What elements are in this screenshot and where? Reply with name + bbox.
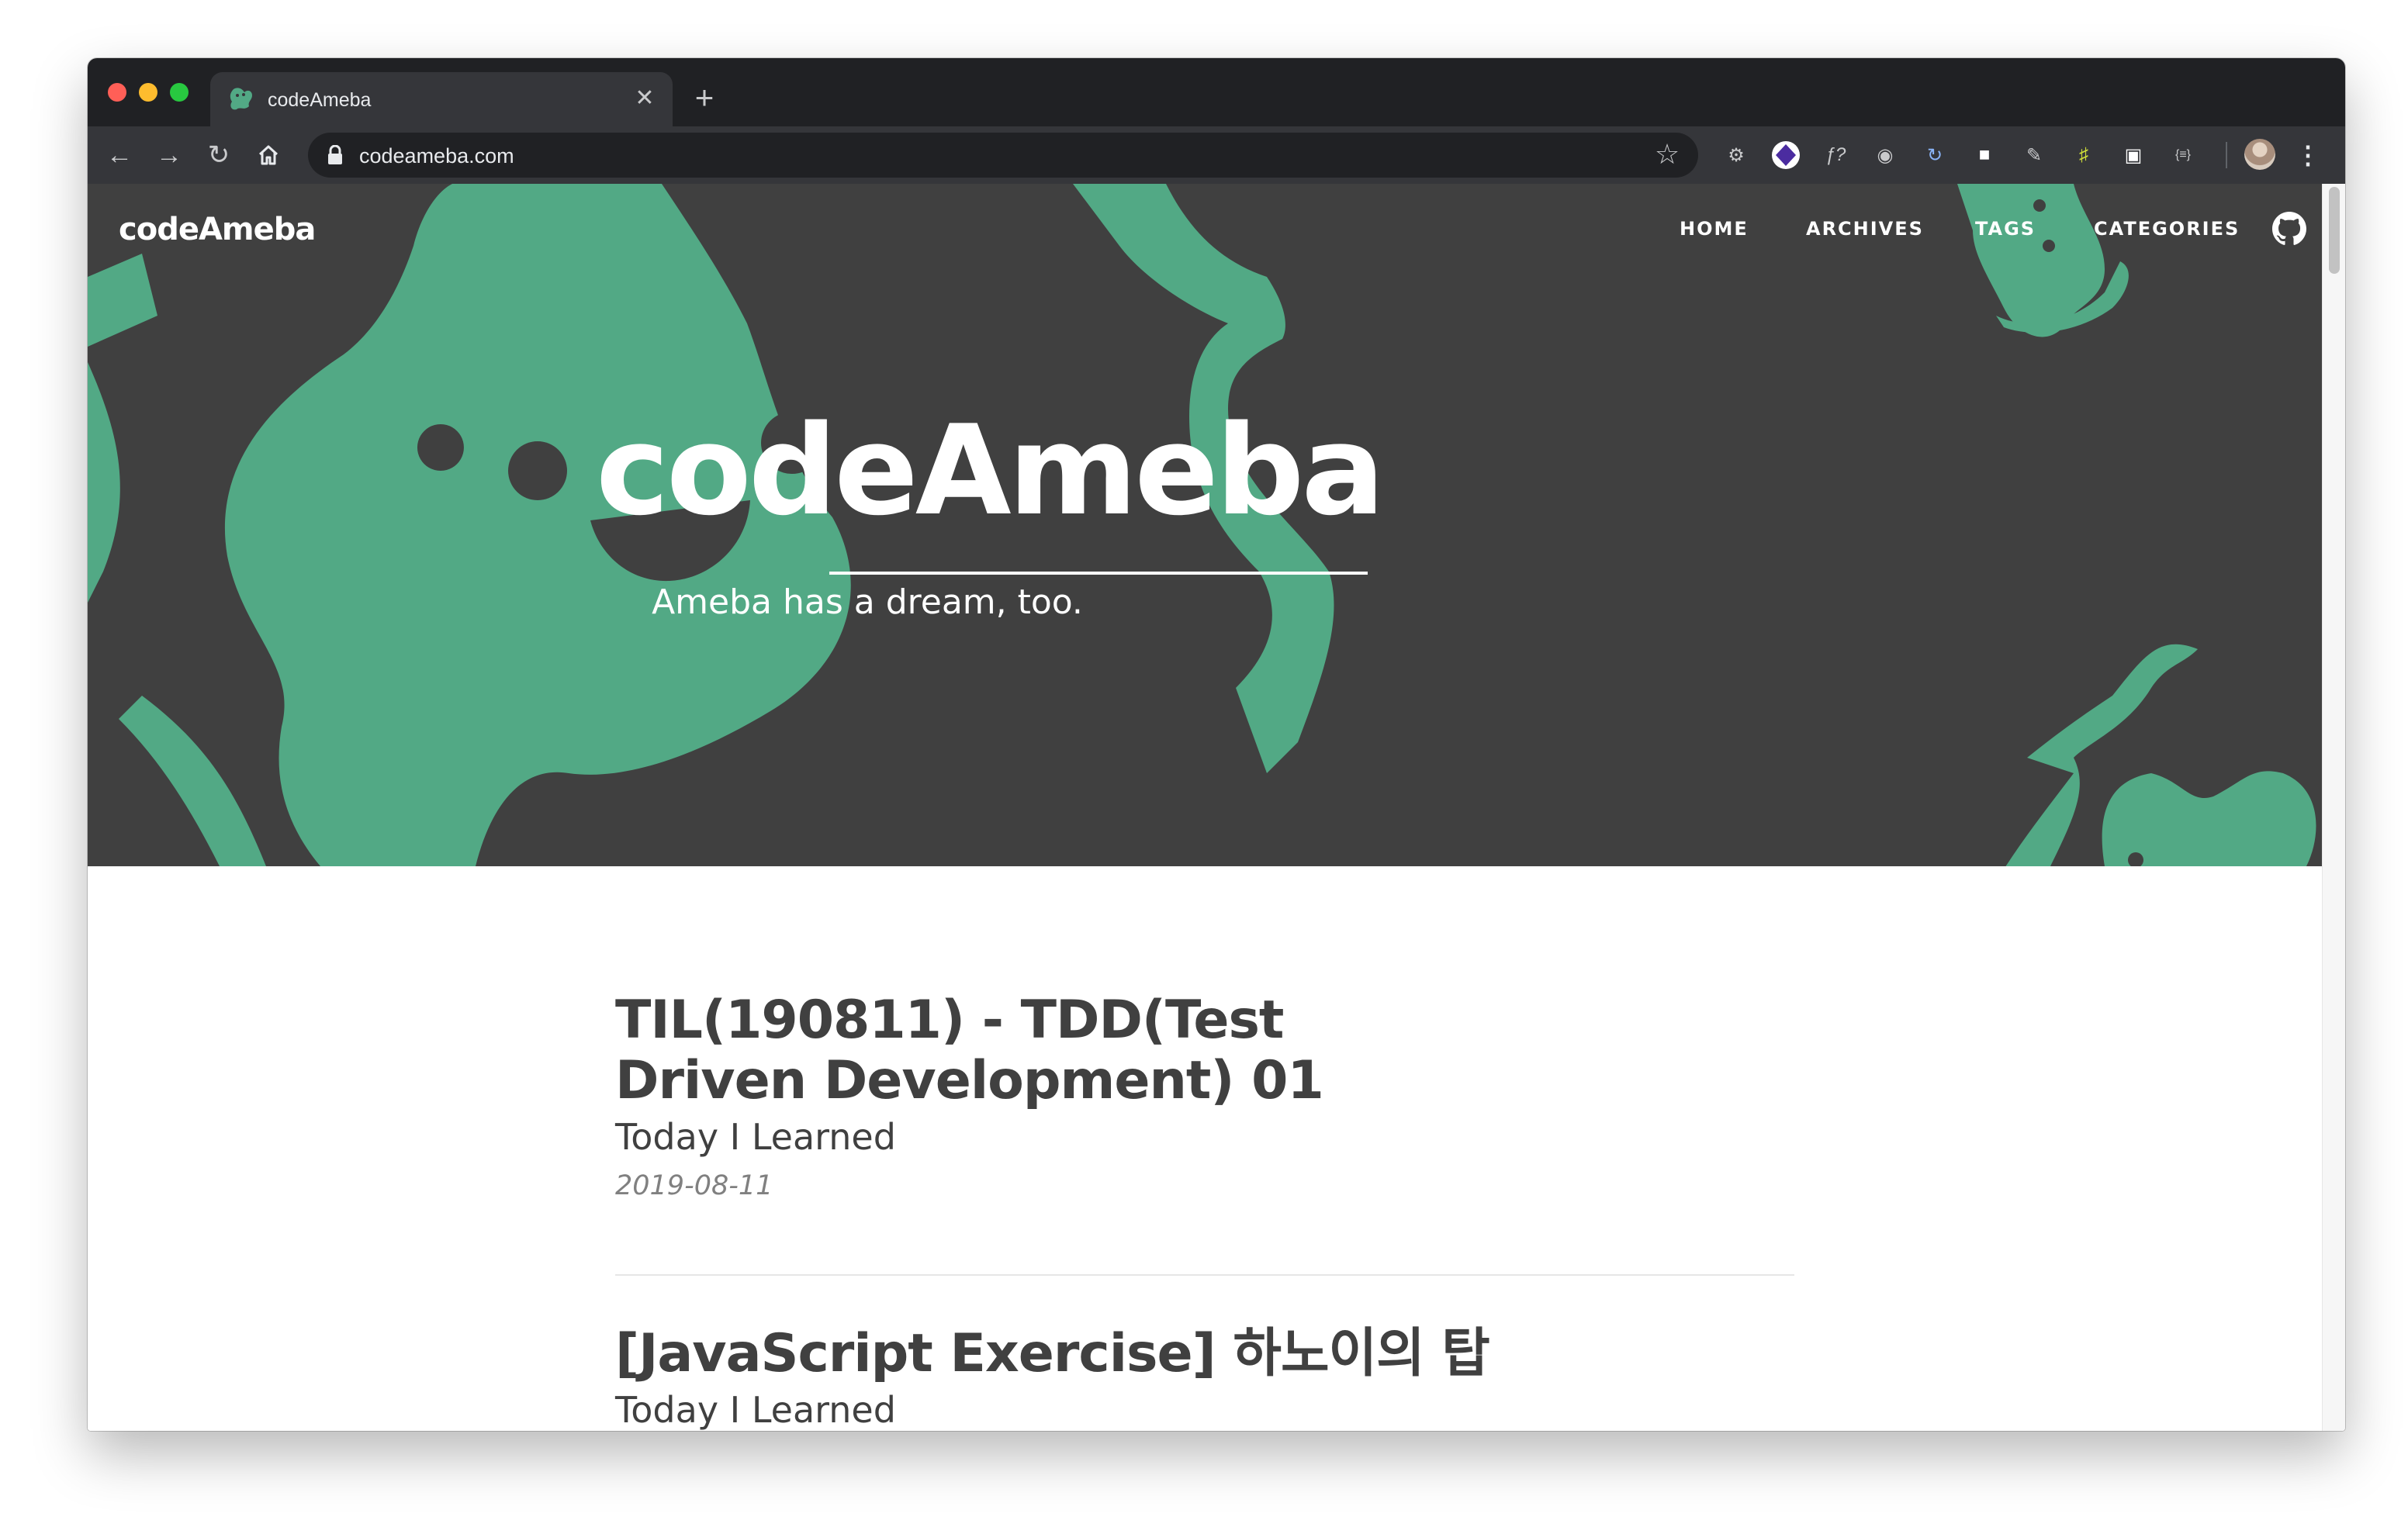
- hero-divider: [829, 572, 1368, 575]
- tab-close-icon[interactable]: ✕: [629, 83, 660, 114]
- post-preview[interactable]: [JavaScript Exercise] 하노이의 탑 Today I Lea…: [615, 1324, 1794, 1432]
- nav-tags-link[interactable]: TAGS: [1975, 218, 2036, 240]
- page-scrollbar[interactable]: [2322, 184, 2345, 1431]
- window-extension-icon[interactable]: ▣: [2119, 140, 2148, 170]
- lock-icon: [328, 145, 342, 164]
- post-title[interactable]: [JavaScript Exercise] 하노이의 탑: [615, 1324, 1794, 1384]
- ameba-favicon-icon: [230, 88, 252, 110]
- new-tab-button[interactable]: +: [685, 80, 724, 119]
- hero-header: codeAmeba HOME ARCHIVES TAGS CATEGORIES …: [88, 184, 2322, 866]
- settings-gear-extension-icon[interactable]: ⚙: [1721, 140, 1751, 170]
- function-extension-icon[interactable]: ƒ?: [1821, 140, 1850, 170]
- browser-menu-icon[interactable]: ⋮: [2292, 136, 2323, 174]
- reload-button[interactable]: ↻: [199, 136, 238, 174]
- post-divider: [615, 1274, 1794, 1276]
- address-bar[interactable]: codeameba.com ☆: [308, 133, 1698, 178]
- ladder-extension-icon[interactable]: ♯: [2069, 140, 2098, 170]
- code-braces-extension-icon[interactable]: {≡}: [2168, 140, 2198, 170]
- window-minimize-button[interactable]: [139, 83, 157, 102]
- back-button[interactable]: ←: [100, 136, 139, 174]
- browser-tab[interactable]: codeAmeba ✕: [210, 72, 673, 126]
- rotate-extension-icon[interactable]: ↻: [1920, 140, 1950, 170]
- tab-title: codeAmeba: [268, 89, 372, 111]
- nav-home-link[interactable]: HOME: [1680, 218, 1749, 240]
- forward-button[interactable]: →: [150, 136, 189, 174]
- post-subtitle: Today I Learned: [615, 1116, 896, 1158]
- post-date: 2019-08-11: [615, 1170, 773, 1201]
- pen-extension-icon[interactable]: ✎: [2019, 140, 2049, 170]
- post-preview[interactable]: TIL(190811) - TDD(Test Driven Developmen…: [615, 990, 1794, 1202]
- post-title[interactable]: TIL(190811) - TDD(Test Driven Developmen…: [615, 990, 1484, 1111]
- post-subtitle: Today I Learned: [615, 1389, 896, 1431]
- nav-categories-link[interactable]: CATEGORIES: [2094, 218, 2240, 240]
- toolbar-separator: [2226, 142, 2227, 168]
- github-icon[interactable]: [2272, 212, 2306, 246]
- page-viewport: codeAmeba HOME ARCHIVES TAGS CATEGORIES …: [88, 184, 2322, 1431]
- square-extension-icon[interactable]: ■: [1970, 140, 1999, 170]
- bookmark-star-icon[interactable]: ☆: [1650, 137, 1684, 171]
- tab-strip: codeAmeba ✕ +: [88, 58, 2345, 126]
- hero-subtitle: Ameba has a dream, too.: [652, 582, 1083, 622]
- nav-archives-link[interactable]: ARCHIVES: [1806, 218, 1924, 240]
- url-text: codeameba.com: [359, 144, 514, 168]
- scrollbar-thumb[interactable]: [2329, 187, 2340, 274]
- profile-avatar[interactable]: [2244, 139, 2275, 170]
- eye-extension-icon[interactable]: ◉: [1870, 140, 1900, 170]
- window-maximize-button[interactable]: [170, 83, 189, 102]
- browser-toolbar: ← → ↻ codeameba.com ☆ ⚙ ƒ? ◉ ↻ ■ ✎ ♯ ▣ {…: [88, 126, 2345, 184]
- site-nav: HOME ARCHIVES TAGS CATEGORIES: [88, 218, 2322, 249]
- home-button[interactable]: [249, 136, 288, 174]
- purple-diamond-icon: [1772, 141, 1800, 169]
- purple-diamond-extension-icon[interactable]: [1771, 140, 1801, 170]
- home-icon: [258, 145, 279, 165]
- browser-window: codeAmeba ✕ + ← → ↻ codeameba.com ☆ ⚙ ƒ?…: [88, 58, 2345, 1431]
- window-close-button[interactable]: [108, 83, 126, 102]
- hero-title: codeAmeba: [596, 398, 1385, 543]
